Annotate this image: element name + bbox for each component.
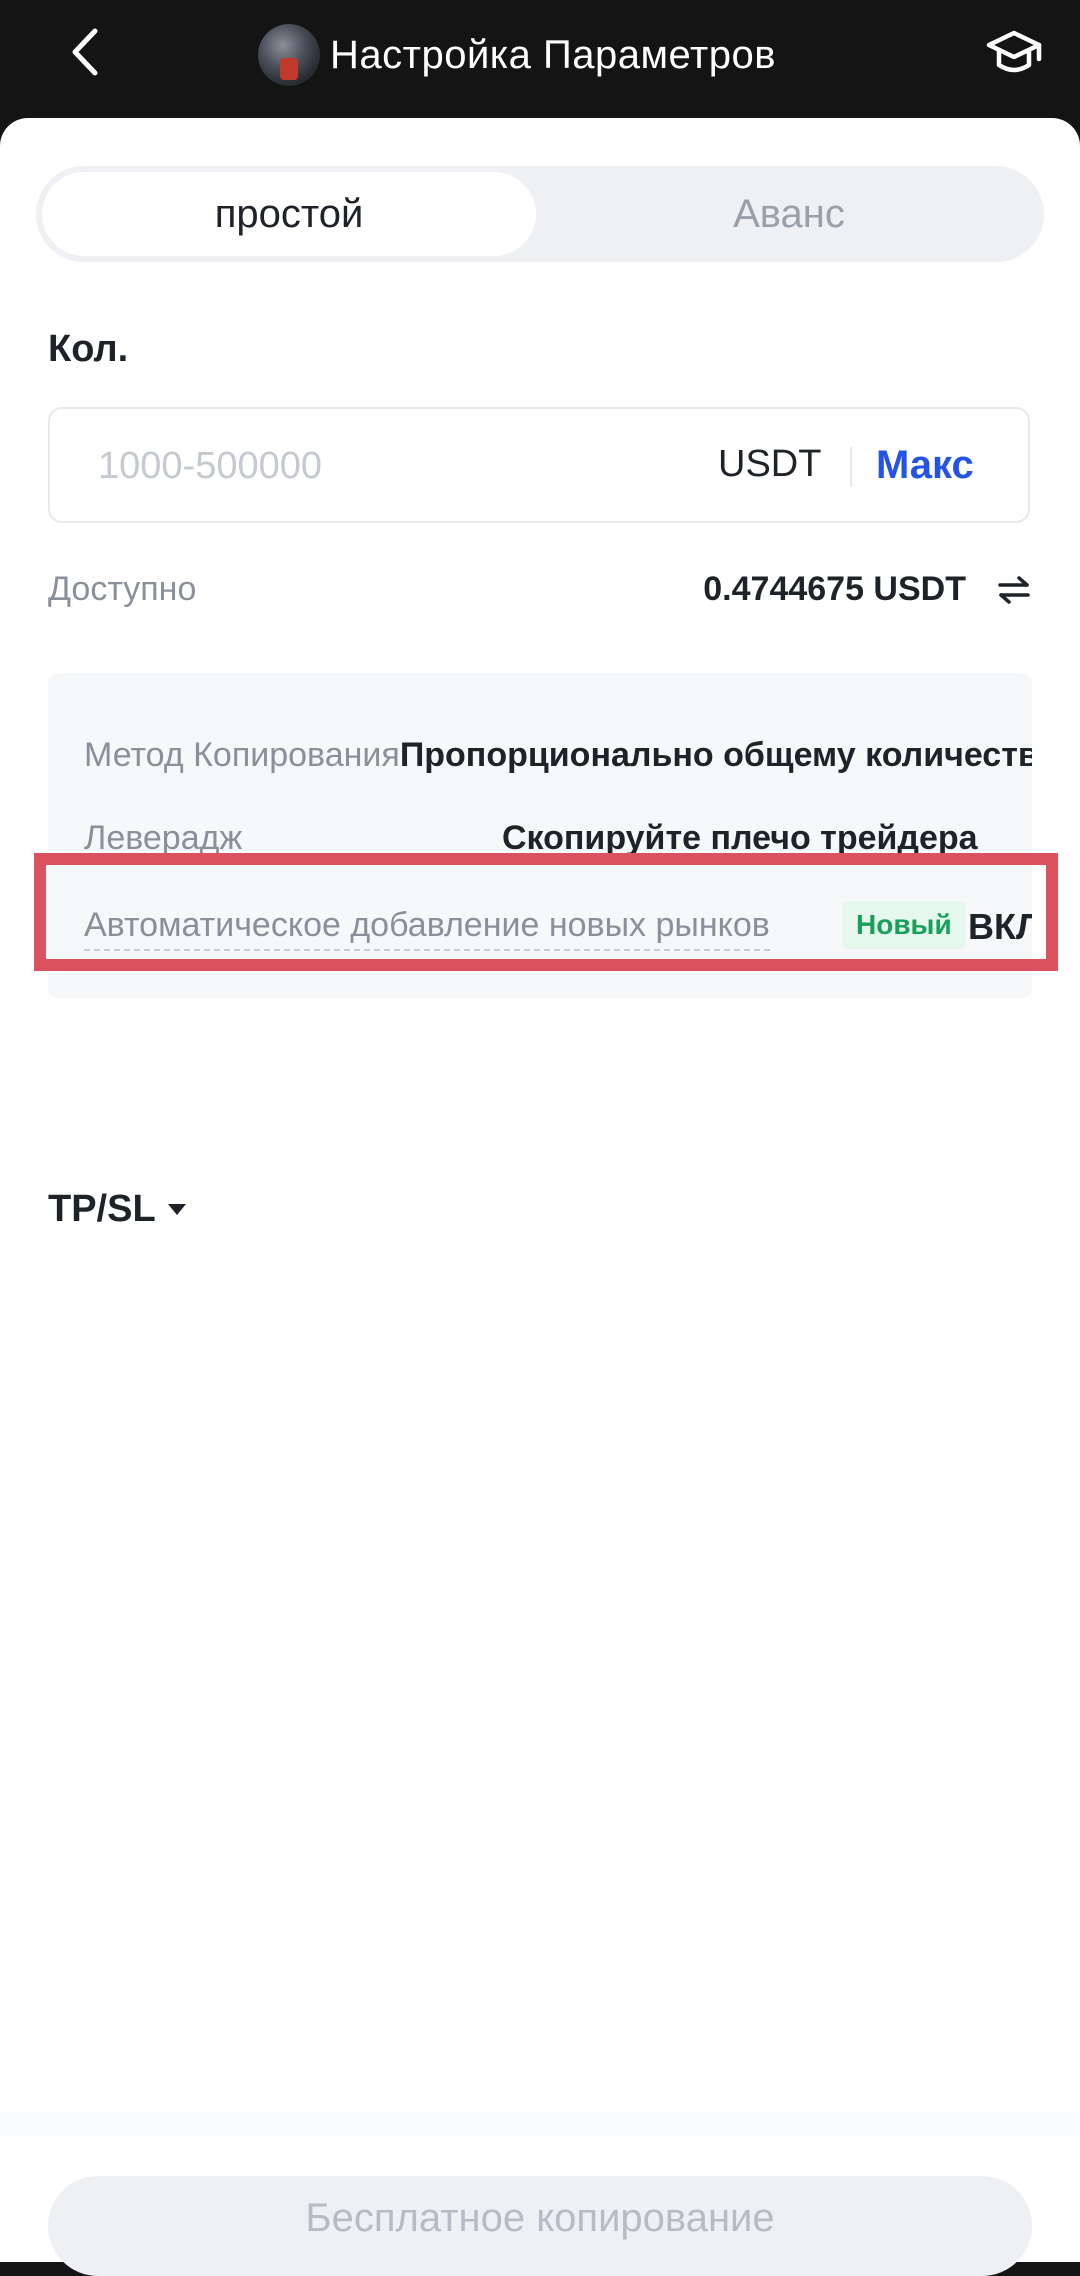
copy-settings-card: Метод КопированияПропорционально общему … <box>48 673 1032 998</box>
leverage-value: Скопируйте плечо трейдера <box>502 819 978 857</box>
title-group: Настройка Параметров <box>258 20 776 90</box>
leverage-row[interactable]: Леверадж Скопируйте плечо трейдера <box>84 819 978 858</box>
free-copy-button[interactable]: Бесплатное копирование <box>48 2176 1032 2276</box>
quantity-label: Кол. <box>48 328 129 370</box>
tpsl-toggle[interactable]: TP/SL <box>48 1188 186 1231</box>
leverage-label: Леверадж <box>84 819 243 857</box>
available-label: Доступно <box>48 570 197 608</box>
caret-down-icon <box>167 1204 186 1215</box>
auto-add-markets-value[interactable]: ВКЛ. <box>968 906 1032 948</box>
copy-method-row[interactable]: Метод КопированияПропорционально общему … <box>84 736 1032 775</box>
trader-avatar <box>258 24 320 86</box>
swap-arrows-icon <box>998 576 1030 604</box>
max-button[interactable]: Макс <box>876 443 974 488</box>
settings-sheet: простой Аванс Кол. USDT Макс Доступно 0.… <box>0 118 1080 2262</box>
transfer-button[interactable] <box>994 570 1034 610</box>
footer-divider <box>0 2112 1080 2136</box>
chevron-left-icon <box>72 28 98 76</box>
tab-advanced[interactable]: Аванс <box>540 172 1038 256</box>
copy-method-label: Метод Копирования <box>84 736 400 774</box>
tpsl-label: TP/SL <box>48 1188 156 1230</box>
available-value: 0.4744675 USDT <box>703 570 966 608</box>
graduation-cap-icon <box>986 30 1042 73</box>
quantity-field[interactable]: USDT Макс <box>48 407 1030 523</box>
new-badge: Новый <box>842 901 966 949</box>
top-bar: Настройка Параметров <box>0 0 1080 118</box>
copy-method-value: Пропорционально общему количеству <box>399 736 1032 774</box>
mode-segmented-control: простой Аванс <box>36 166 1044 262</box>
tab-simple[interactable]: простой <box>42 172 536 256</box>
auto-add-markets-label[interactable]: Автоматическое добавление новых рынков <box>84 906 770 951</box>
quantity-input[interactable] <box>96 435 660 497</box>
quantity-unit: USDT <box>718 443 822 485</box>
field-divider <box>850 447 852 487</box>
back-button[interactable] <box>56 24 112 80</box>
page-title: Настройка Параметров <box>330 32 776 77</box>
learn-button[interactable] <box>982 22 1046 86</box>
